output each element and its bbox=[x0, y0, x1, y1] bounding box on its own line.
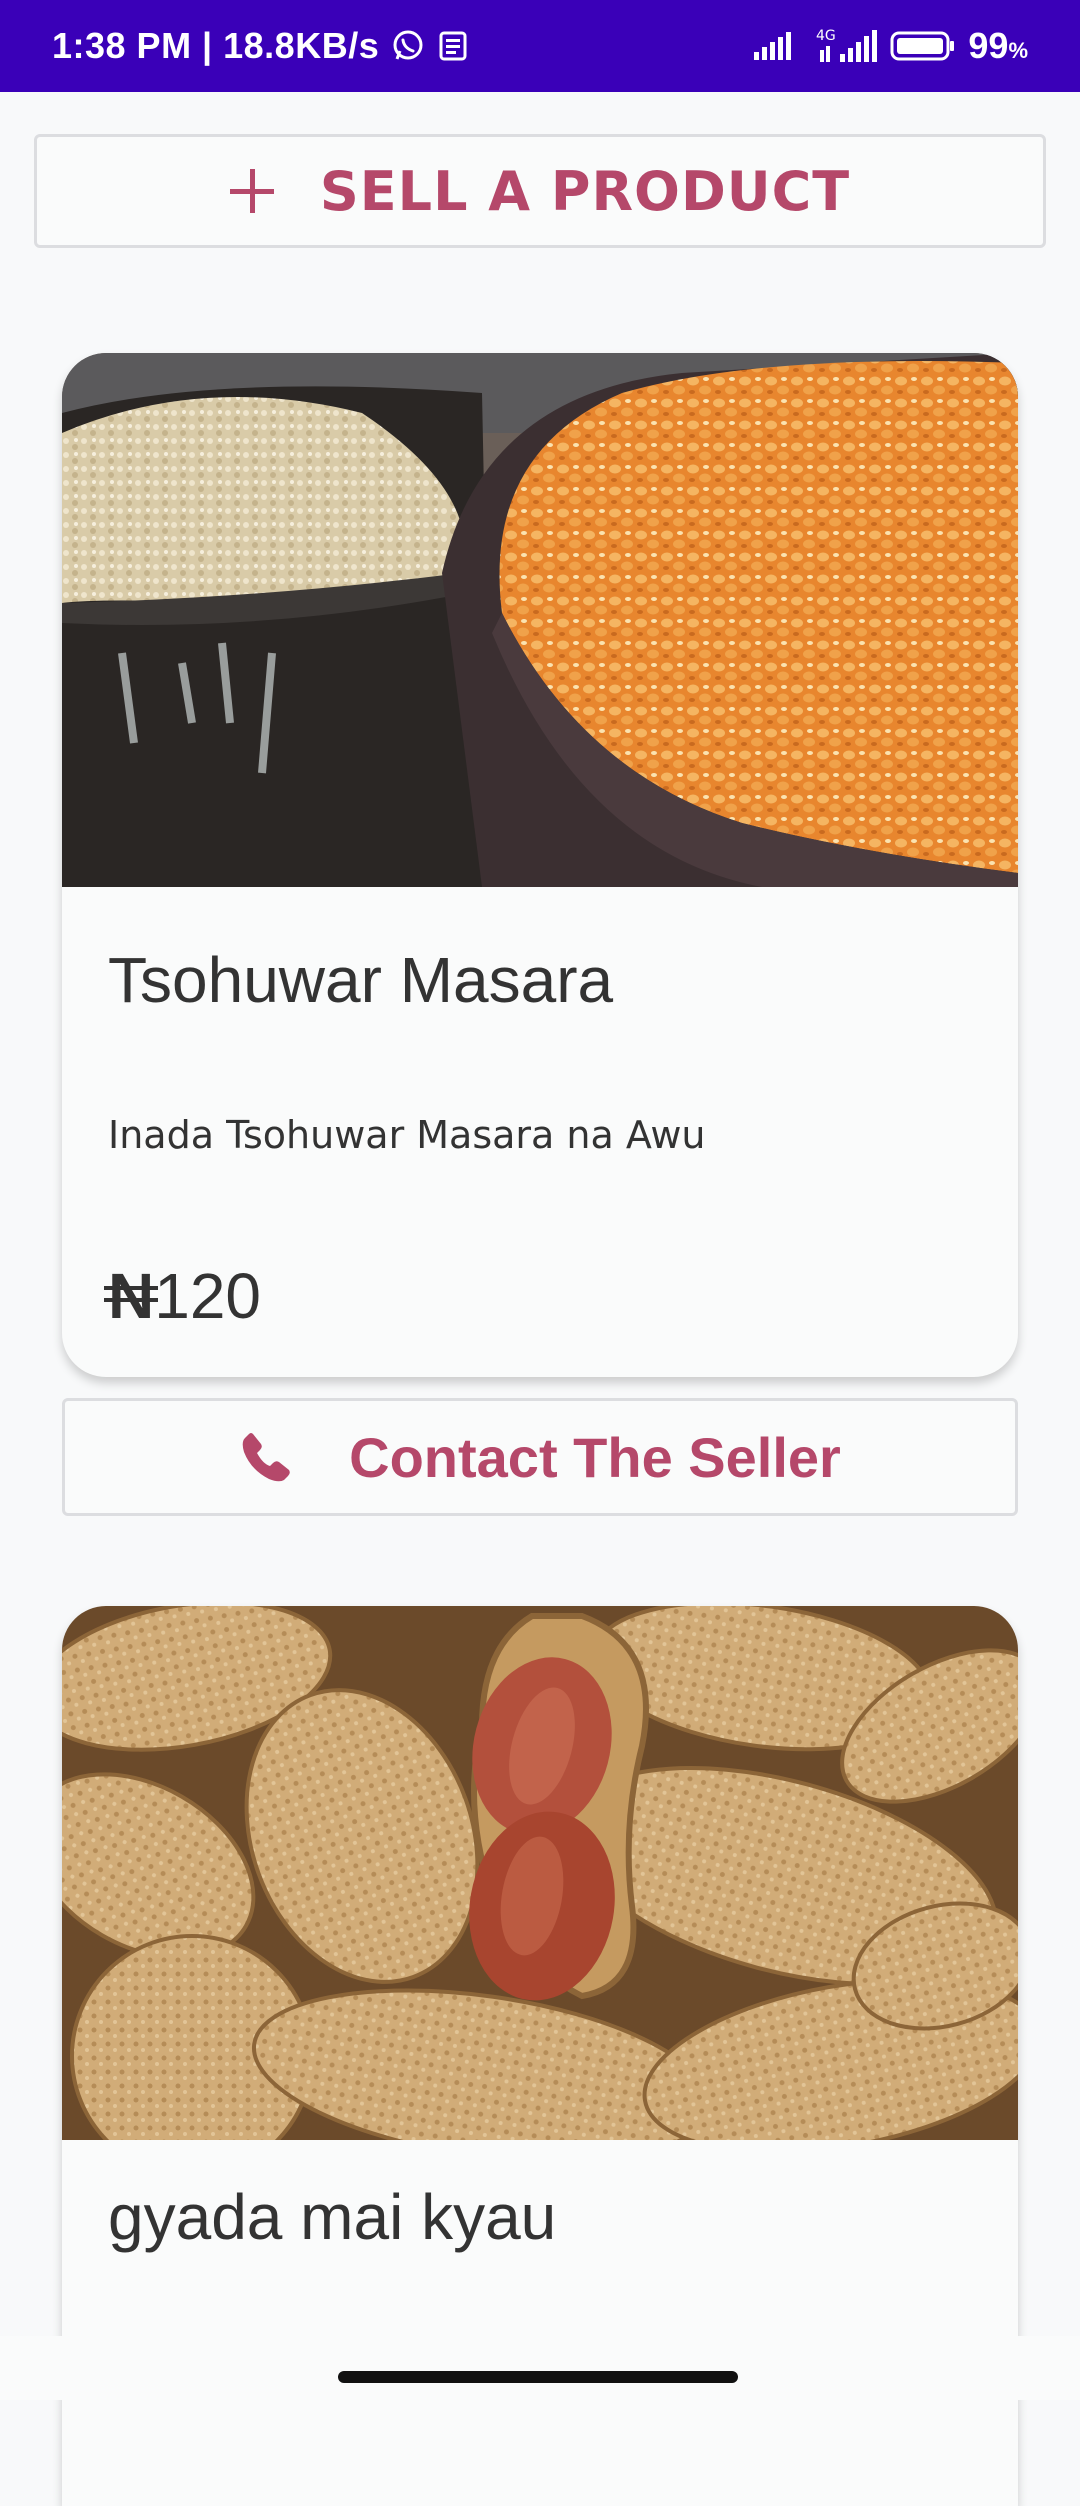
status-left: 1:38 PM | 18.8KB/s bbox=[52, 25, 469, 67]
price-value: 120 bbox=[154, 1260, 261, 1332]
status-time-speed: 1:38 PM | 18.8KB/s bbox=[52, 25, 380, 66]
naira-currency-icon: N bbox=[103, 1260, 159, 1332]
bottom-nav-bar bbox=[0, 2336, 1080, 2400]
plus-icon bbox=[229, 169, 274, 213]
4g-signal-icon: 4G bbox=[814, 26, 878, 66]
product-card[interactable]: Tsohuwar Masara Inada Tsohuwar Masara na… bbox=[62, 353, 1018, 1377]
contact-seller-button[interactable]: Contact The Seller bbox=[62, 1398, 1018, 1516]
phone-icon bbox=[239, 1430, 293, 1484]
battery-percent: 99% bbox=[968, 25, 1028, 66]
status-bar: 1:38 PM | 18.8KB/s 4G 99% bbox=[0, 0, 1080, 92]
contact-seller-label: Contact The Seller bbox=[349, 1425, 841, 1489]
product-image-groundnuts bbox=[62, 1606, 1018, 2140]
news-icon bbox=[437, 30, 469, 62]
product-title: Tsohuwar Masara bbox=[108, 944, 614, 1016]
whatsapp-icon bbox=[391, 29, 425, 63]
home-gesture-handle[interactable] bbox=[338, 2371, 738, 2383]
product-price: N 120 bbox=[103, 1259, 261, 1333]
sell-product-button[interactable]: SELL A PRODUCT bbox=[34, 134, 1046, 248]
status-right: 4G 99% bbox=[752, 25, 1028, 67]
product-description: Inada Tsohuwar Masara na Awu bbox=[108, 1113, 706, 1157]
signal-icon bbox=[752, 30, 802, 62]
product-title: gyada mai kyau bbox=[108, 2181, 557, 2253]
battery-icon bbox=[890, 30, 956, 62]
sell-product-label: SELL A PRODUCT bbox=[319, 159, 851, 223]
product-image-maize bbox=[62, 353, 1018, 887]
svg-text:4G: 4G bbox=[816, 28, 836, 44]
